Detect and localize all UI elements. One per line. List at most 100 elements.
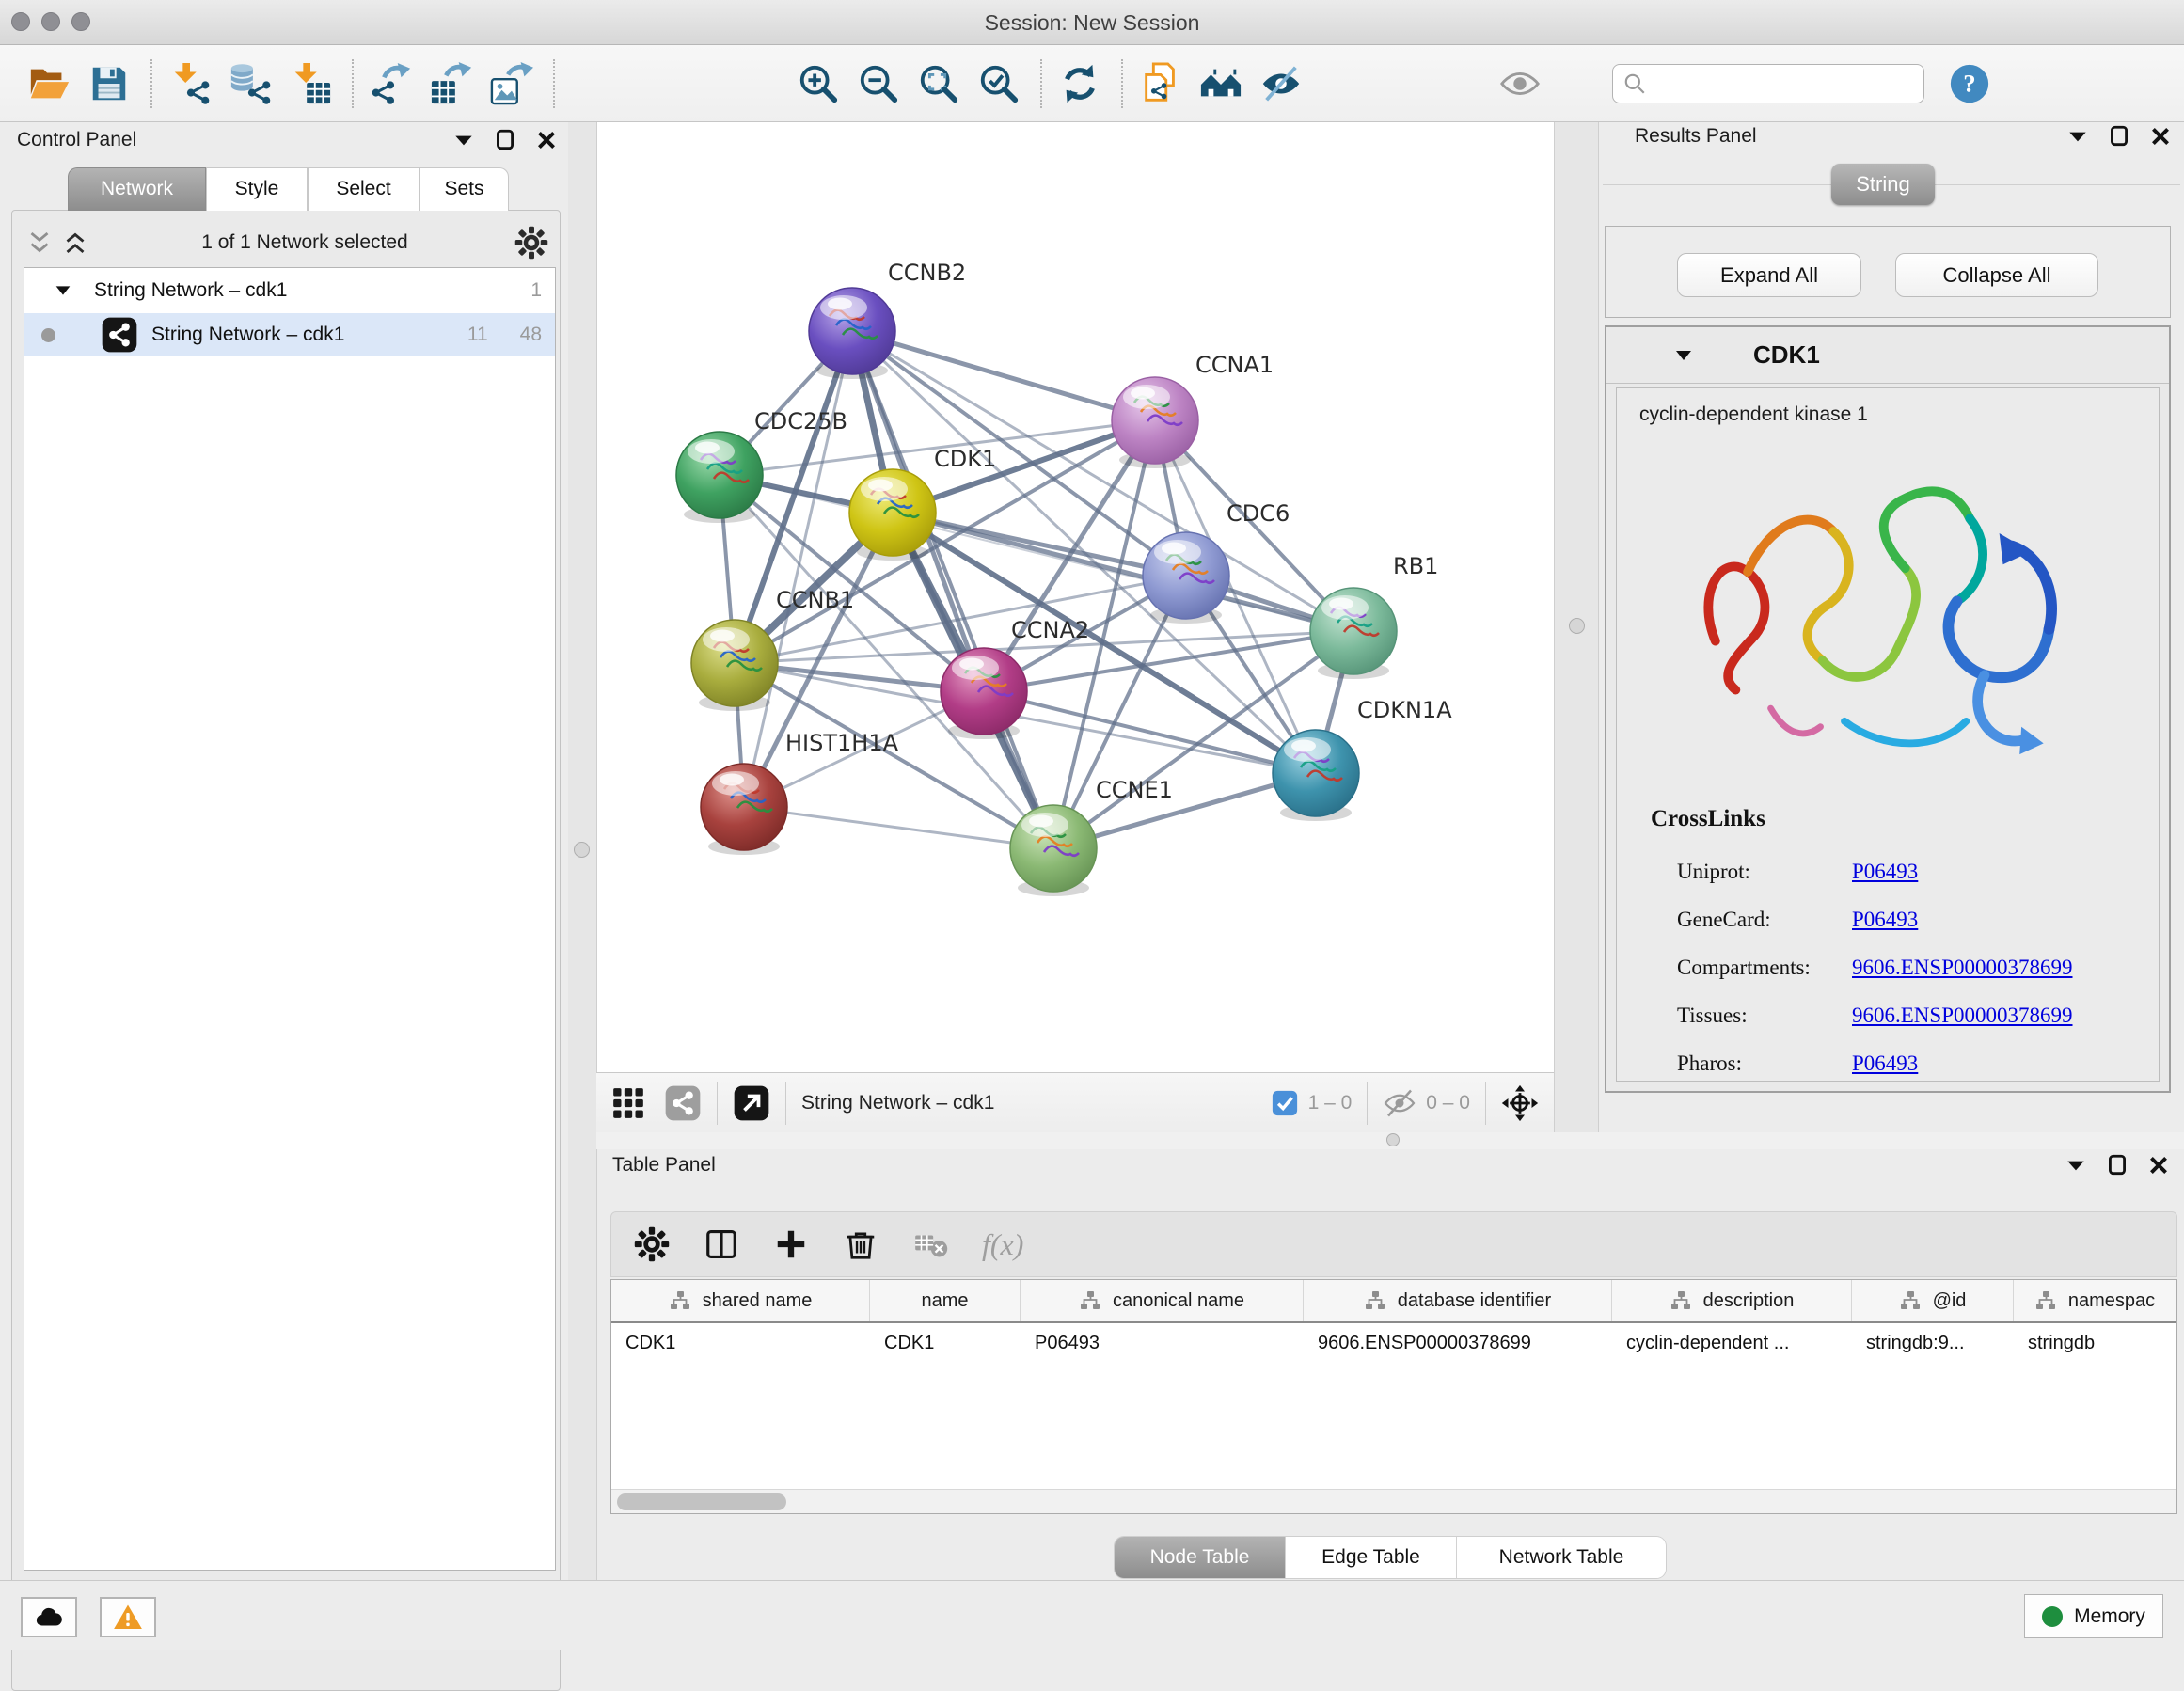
crosslink-link[interactable]: P06493 (1852, 908, 1918, 932)
export-network-icon[interactable] (367, 59, 416, 108)
network-node-CCNB2[interactable]: CCNB2 (809, 260, 966, 379)
hidden-eye-icon[interactable] (1383, 1086, 1416, 1120)
import-network-from-database-icon[interactable] (226, 59, 275, 108)
window-title: Session: New Session (0, 0, 2184, 45)
crosslink-link[interactable]: 9606.ENSP00000378699 (1852, 956, 2073, 980)
entry-expand-icon[interactable] (1672, 344, 1695, 367)
save-session-icon[interactable] (85, 59, 134, 108)
float-panel-icon[interactable] (451, 128, 476, 152)
column-header-label: @id (1933, 1290, 1967, 1312)
show-columns-icon[interactable] (704, 1226, 739, 1262)
results-panel-title: Results Panel (1635, 125, 1757, 148)
float-panel-icon[interactable] (2065, 124, 2090, 149)
network-node-CCNB1[interactable]: CCNB1 (691, 587, 854, 711)
right-splitter[interactable] (1554, 122, 1599, 1132)
import-network-from-file-icon[interactable] (166, 59, 214, 108)
network-node-CDKN1A[interactable]: CDKN1A (1273, 697, 1452, 821)
table-horizontal-scrollbar[interactable] (611, 1489, 2176, 1513)
tab-sets[interactable]: Sets (419, 167, 509, 211)
undock-panel-icon[interactable] (493, 128, 517, 152)
close-panel-icon[interactable] (2146, 1153, 2171, 1177)
network-view-canvas[interactable]: CCNB2 CCNA1 CDC25B CDK1 CDC6 RB1 (596, 122, 1554, 1072)
tab-network-table[interactable]: Network Table (1457, 1537, 1666, 1578)
zoom-selected-icon[interactable] (974, 59, 1023, 108)
column-header-database-identifier[interactable]: database identifier (1304, 1280, 1612, 1321)
tab-style[interactable]: Style (206, 167, 308, 211)
results-tab-string[interactable]: String (1831, 164, 1935, 205)
delete-table-icon-disabled (912, 1226, 948, 1262)
tab-edge-table[interactable]: Edge Table (1286, 1537, 1457, 1578)
memory-button[interactable]: Memory (2024, 1594, 2163, 1638)
crosslink-link[interactable]: P06493 (1852, 860, 1918, 884)
crosslink-label: GeneCard: (1677, 908, 1852, 932)
delete-column-icon[interactable] (843, 1226, 878, 1262)
export-table-icon[interactable] (427, 59, 476, 108)
warnings-button[interactable] (100, 1597, 156, 1637)
network-collection-row[interactable]: String Network – cdk1 1 (24, 268, 555, 313)
node-label-HIST1H1A: HIST1H1A (785, 730, 899, 756)
close-panel-icon[interactable] (2148, 124, 2173, 149)
pan-tool-icon[interactable] (1501, 1084, 1539, 1122)
expand-all-button[interactable]: Expand All (1677, 253, 1861, 297)
scrollbar-thumb[interactable] (617, 1493, 786, 1510)
string-copy-network-icon[interactable] (1136, 59, 1185, 108)
string-home-icon[interactable] (1196, 59, 1245, 108)
zoom-in-icon[interactable] (794, 59, 843, 108)
help-icon[interactable]: ? (1945, 59, 1994, 108)
column-header-canonical-name[interactable]: canonical name (1021, 1280, 1304, 1321)
network-options-gear-icon[interactable] (514, 226, 548, 260)
search-input[interactable] (1653, 72, 1914, 94)
close-panel-icon[interactable] (534, 128, 559, 152)
grid-view-icon[interactable] (609, 1084, 647, 1122)
edge-CCNA2-CDKN1A[interactable] (984, 691, 1316, 773)
undock-panel-icon[interactable] (2105, 1153, 2129, 1177)
edge-HIST1H1A-CCNE1[interactable] (744, 807, 1053, 848)
expand-all-networks-icon[interactable] (59, 227, 91, 259)
network-node-CCNA1[interactable]: CCNA1 (1112, 352, 1274, 468)
table-row[interactable]: CDK1CDK1P064939606.ENSP00000378699cyclin… (611, 1323, 2176, 1365)
right-splitter-handle[interactable] (1569, 618, 1585, 634)
network-graph[interactable]: CCNB2 CCNA1 CDC25B CDK1 CDC6 RB1 (597, 122, 1555, 1072)
column-header--id[interactable]: @id (1852, 1280, 2014, 1321)
network-node-RB1[interactable]: RB1 (1310, 553, 1438, 679)
column-header-description[interactable]: description (1612, 1280, 1852, 1321)
results-entry-header[interactable]: CDK1 (1606, 327, 2169, 384)
toggle-enhanced-labels-icon[interactable] (1257, 59, 1306, 108)
zoom-out-icon[interactable] (854, 59, 903, 108)
table-settings-gear-icon[interactable] (634, 1226, 670, 1262)
tab-node-table[interactable]: Node Table (1115, 1537, 1286, 1578)
crosslink-link[interactable]: 9606.ENSP00000378699 (1852, 1004, 2073, 1028)
tab-select[interactable]: Select (308, 167, 419, 211)
float-panel-icon[interactable] (2064, 1153, 2088, 1177)
toggle-glass-effect-icon[interactable] (1496, 59, 1544, 108)
table-panel-splitter[interactable] (596, 1132, 2184, 1149)
zoom-fit-content-icon[interactable] (914, 59, 963, 108)
column-header-name[interactable]: name (870, 1280, 1021, 1321)
open-session-icon[interactable] (24, 59, 73, 108)
apply-layout-icon[interactable] (1055, 59, 1104, 108)
undock-panel-icon[interactable] (2107, 124, 2131, 149)
collection-expand-icon[interactable] (53, 280, 73, 301)
collapse-all-button[interactable]: Collapse All (1895, 253, 2098, 297)
column-header-shared-name[interactable]: shared name (611, 1280, 870, 1321)
network-badge-icon[interactable] (664, 1084, 702, 1122)
crosslink-link[interactable]: P06493 (1852, 1051, 1918, 1076)
import-table-from-file-icon[interactable] (286, 59, 335, 108)
table-splitter-handle[interactable] (1386, 1133, 1400, 1146)
export-image-icon[interactable] (487, 59, 536, 108)
crosslink-label: Compartments: (1677, 956, 1852, 980)
tab-network[interactable]: Network (68, 167, 206, 211)
collapse-all-networks-icon[interactable] (24, 227, 55, 259)
network-node-CDK1[interactable]: CDK1 (849, 446, 996, 561)
selected-nodes-checkbox[interactable] (1271, 1089, 1299, 1117)
left-splitter[interactable] (568, 122, 596, 1580)
column-header-namespac[interactable]: namespac (2014, 1280, 2176, 1321)
add-column-icon[interactable] (773, 1226, 809, 1262)
left-splitter-handle[interactable] (574, 842, 590, 858)
selected-count: 1 – 0 (1308, 1092, 1353, 1114)
network-row-selected[interactable]: String Network – cdk1 11 48 (24, 313, 555, 356)
cloud-status-button[interactable] (21, 1597, 77, 1637)
search-box[interactable] (1612, 64, 1924, 103)
detach-view-icon[interactable] (733, 1084, 770, 1122)
network-node-HIST1H1A[interactable]: HIST1H1A (701, 730, 899, 855)
